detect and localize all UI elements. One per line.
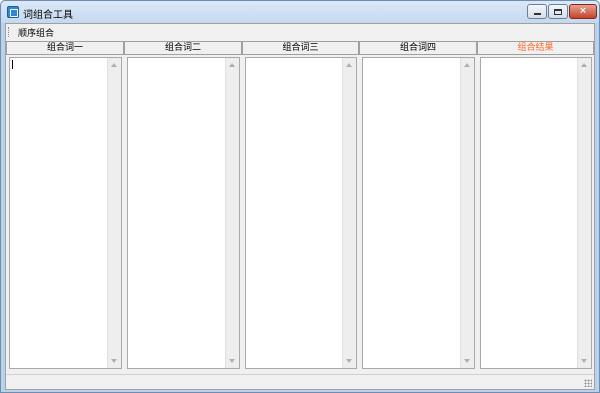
vertical-scrollbar[interactable] bbox=[225, 58, 239, 368]
vertical-scrollbar[interactable] bbox=[107, 58, 121, 368]
toolbar-grip-icon[interactable] bbox=[8, 27, 10, 37]
word-input-1-text[interactable] bbox=[10, 58, 107, 368]
scroll-up-icon[interactable] bbox=[229, 63, 235, 67]
minimize-button[interactable] bbox=[527, 4, 547, 19]
text-caret bbox=[12, 60, 13, 69]
scroll-up-icon[interactable] bbox=[111, 63, 117, 67]
word-input-4[interactable] bbox=[362, 57, 475, 369]
scroll-down-icon[interactable] bbox=[346, 359, 352, 363]
column-3: 组合词三 bbox=[242, 41, 359, 372]
scroll-up-icon[interactable] bbox=[581, 63, 587, 67]
word-input-3-text[interactable] bbox=[246, 58, 342, 368]
column-header-1: 组合词一 bbox=[6, 41, 124, 55]
column-2: 组合词二 bbox=[124, 41, 242, 372]
vertical-scrollbar[interactable] bbox=[342, 58, 356, 368]
result-output-text[interactable] bbox=[481, 58, 577, 368]
word-input-1[interactable] bbox=[9, 57, 122, 369]
scroll-up-icon[interactable] bbox=[346, 63, 352, 67]
column-header-result: 组合结果 bbox=[477, 41, 594, 55]
menu-item-sequential-combine[interactable]: 顺序组合 bbox=[16, 25, 56, 40]
maximize-icon bbox=[554, 8, 562, 15]
columns-container: 组合词一 组合词二 组合词三 组合词四 组合结果 bbox=[6, 41, 594, 372]
vertical-scrollbar[interactable] bbox=[577, 58, 591, 368]
word-input-3[interactable] bbox=[245, 57, 357, 369]
word-input-2[interactable] bbox=[127, 57, 240, 369]
maximize-button[interactable] bbox=[548, 4, 568, 19]
minimize-icon bbox=[533, 12, 541, 15]
column-1: 组合词一 bbox=[6, 41, 124, 372]
app-window: 词组合工具 × 顺序组合 组合词一 组合词二 组合词三 组合词四 组合结果 bbox=[0, 0, 600, 393]
column-4: 组合词四 bbox=[359, 41, 477, 372]
word-input-4-text[interactable] bbox=[363, 58, 460, 368]
column-header-2: 组合词二 bbox=[124, 41, 242, 55]
column-header-3: 组合词三 bbox=[242, 41, 359, 55]
scroll-down-icon[interactable] bbox=[111, 359, 117, 363]
scroll-down-icon[interactable] bbox=[229, 359, 235, 363]
menu-bar: 顺序组合 bbox=[6, 24, 594, 40]
title-bar[interactable]: 词组合工具 × bbox=[1, 1, 599, 23]
word-input-2-text[interactable] bbox=[128, 58, 225, 368]
scroll-up-icon[interactable] bbox=[464, 63, 470, 67]
column-header-4: 组合词四 bbox=[359, 41, 477, 55]
scroll-down-icon[interactable] bbox=[581, 359, 587, 363]
result-output[interactable] bbox=[480, 57, 592, 369]
status-bar bbox=[6, 374, 594, 389]
close-button[interactable]: × bbox=[569, 4, 597, 19]
window-title: 词组合工具 bbox=[23, 10, 73, 21]
close-icon: × bbox=[579, 6, 587, 16]
client-area: 顺序组合 组合词一 组合词二 组合词三 组合词四 组合结果 bbox=[5, 23, 595, 390]
resize-grip-icon[interactable] bbox=[584, 379, 592, 387]
vertical-scrollbar[interactable] bbox=[460, 58, 474, 368]
app-icon bbox=[7, 6, 19, 18]
column-5: 组合结果 bbox=[477, 41, 594, 372]
scroll-down-icon[interactable] bbox=[464, 359, 470, 363]
